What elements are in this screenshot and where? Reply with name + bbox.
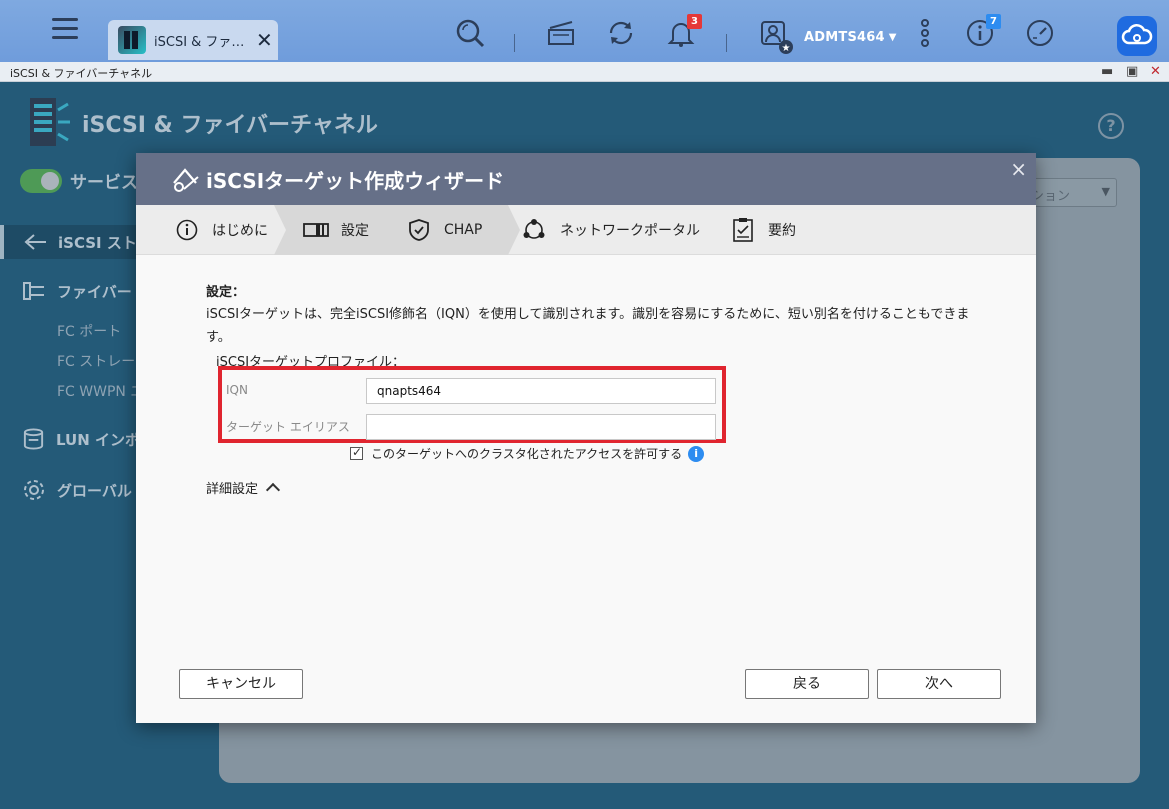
notification-bell[interactable]: 3: [666, 14, 702, 48]
sidebar-item-lun-import[interactable]: LUN インポ: [0, 426, 140, 452]
taskbar-separator: [514, 34, 515, 52]
iscsi-storage-icon: [24, 234, 46, 250]
app-tab[interactable]: iSCSI & ファ… ✕: [108, 20, 278, 60]
maximize-icon[interactable]: ▣: [1126, 64, 1138, 79]
gear-icon: [24, 480, 44, 500]
chevron-down-icon: ▼: [888, 31, 897, 43]
resource-monitor-icon[interactable]: [1025, 18, 1055, 48]
sidebar-item-label: グローバル: [57, 481, 132, 500]
network-icon: [523, 219, 545, 239]
cancel-button[interactable]: キャンセル: [179, 669, 303, 699]
wizard-steps: はじめに 設定 CHAP ネットワークポータル 要約: [136, 205, 1036, 255]
sidebar-item-fc-wwpn[interactable]: FC WWPN エ: [57, 381, 144, 401]
sidebar-item-fibre-channel[interactable]: ファイバー: [0, 278, 140, 304]
chevron-up-icon: [265, 482, 281, 498]
app-title: iSCSI & ファイバーチャネル: [82, 113, 378, 138]
more-options-icon[interactable]: [910, 18, 940, 48]
cluster-access-checkbox[interactable]: [350, 445, 363, 460]
info-icon[interactable]: i: [688, 445, 705, 462]
chevron-down-icon: ▼: [1101, 185, 1110, 198]
step-chap[interactable]: CHAP: [408, 205, 482, 255]
sidebar-item-label: ファイバー: [57, 282, 132, 301]
system-info-button[interactable]: 7: [965, 14, 1001, 48]
dialog-header: iSCSIターゲット作成ウィザード ×: [136, 153, 1036, 205]
iscsi-app-icon: [118, 26, 146, 54]
cloud-icon: [1121, 24, 1153, 45]
taskbar-separator: [726, 34, 727, 52]
iscsi-logo-icon: [30, 98, 70, 146]
shield-icon: [409, 219, 429, 241]
service-toggle[interactable]: [20, 168, 62, 193]
step-network-portal[interactable]: ネットワークポータル: [522, 205, 700, 255]
service-toggle-row: サービス: [20, 168, 138, 193]
wizard-icon: [173, 168, 199, 192]
step-intro[interactable]: はじめに: [176, 205, 268, 255]
section-title: 設定：: [206, 285, 246, 300]
step-summary[interactable]: 要約: [732, 205, 796, 255]
window-title: iSCSI & ファイバーチャネル: [10, 67, 153, 80]
app-tab-label: iSCSI & ファ…: [154, 34, 245, 50]
sidebar-item-iscsi-storage[interactable]: iSCSI スト: [0, 225, 140, 259]
window-titlebar: iSCSI & ファイバーチャネル ▬ ▣ ✕: [0, 62, 1169, 82]
cluster-access-row: このターゲットへのクラスタ化されたアクセスを許可する i: [350, 445, 705, 462]
action-dropdown-value: ション: [1031, 189, 1071, 204]
step-label: CHAP: [444, 222, 483, 238]
iqn-input[interactable]: [366, 378, 716, 404]
sidebar-item-label: LUN インポ: [56, 430, 140, 449]
step-label: はじめに: [212, 223, 268, 239]
target-wizard-dialog: iSCSIターゲット作成ウィザード × はじめに 設定 CHAP ネットワークポ…: [136, 153, 1036, 723]
iqn-label: IQN: [226, 383, 248, 397]
taskbar: iSCSI & ファ… ✕ 3 ★ ADMTS464 ▼ 7: [0, 0, 1169, 62]
advanced-settings-toggle[interactable]: 詳細設定: [206, 478, 281, 498]
settings-step-icon: [303, 223, 329, 237]
sidebar-item-fc-port[interactable]: FC ポート: [57, 321, 121, 341]
info-circle-icon: [176, 219, 198, 241]
sync-icon[interactable]: [606, 18, 636, 48]
service-label: サービス: [70, 173, 138, 193]
cluster-access-label: このターゲットへのクラスタ化されたアクセスを許可する: [371, 447, 683, 461]
dialog-title: iSCSIターゲット作成ウィザード: [206, 169, 505, 193]
fibre-channel-icon: [23, 282, 44, 300]
media-icon[interactable]: [546, 18, 576, 48]
step-label: ネットワークポータル: [560, 223, 700, 239]
help-icon[interactable]: ?: [1098, 113, 1124, 139]
step-label: 設定: [341, 223, 369, 239]
notification-badge: 3: [687, 14, 702, 29]
sidebar-item-global-settings[interactable]: グローバル: [0, 477, 140, 503]
step-settings[interactable]: 設定: [303, 205, 369, 255]
database-icon: [23, 428, 44, 450]
step-label: 要約: [768, 223, 796, 239]
search-icon[interactable]: [455, 18, 485, 48]
next-button[interactable]: 次へ: [877, 669, 1001, 699]
app-header: iSCSI & ファイバーチャネル: [20, 96, 378, 150]
close-icon[interactable]: ×: [1010, 157, 1027, 181]
minimize-icon[interactable]: ▬: [1101, 64, 1113, 79]
info-badge: 7: [986, 14, 1001, 29]
svg-text:★: ★: [782, 43, 791, 54]
close-icon[interactable]: ✕: [256, 28, 273, 52]
main-menu-icon[interactable]: [52, 18, 78, 44]
clipboard-icon: [733, 218, 753, 242]
sidebar-item-label: iSCSI スト: [58, 233, 137, 252]
alias-label: ターゲット エイリアス: [226, 420, 350, 434]
section-description: iSCSIターゲットは、完全iSCSI修飾名（IQN）を使用して識別されます。識…: [206, 307, 970, 345]
close-window-icon[interactable]: ✕: [1150, 64, 1161, 79]
user-icon: ★: [761, 21, 793, 54]
advanced-settings-label: 詳細設定: [206, 482, 259, 497]
back-button[interactable]: 戻る: [745, 669, 869, 699]
sidebar-item-fc-storage[interactable]: FC ストレー: [57, 351, 135, 371]
user-menu[interactable]: ★ ADMTS464 ▼: [760, 20, 896, 54]
cloud-button[interactable]: [1117, 16, 1157, 56]
user-name: ADMTS464: [804, 29, 885, 45]
alias-input[interactable]: [366, 414, 716, 440]
